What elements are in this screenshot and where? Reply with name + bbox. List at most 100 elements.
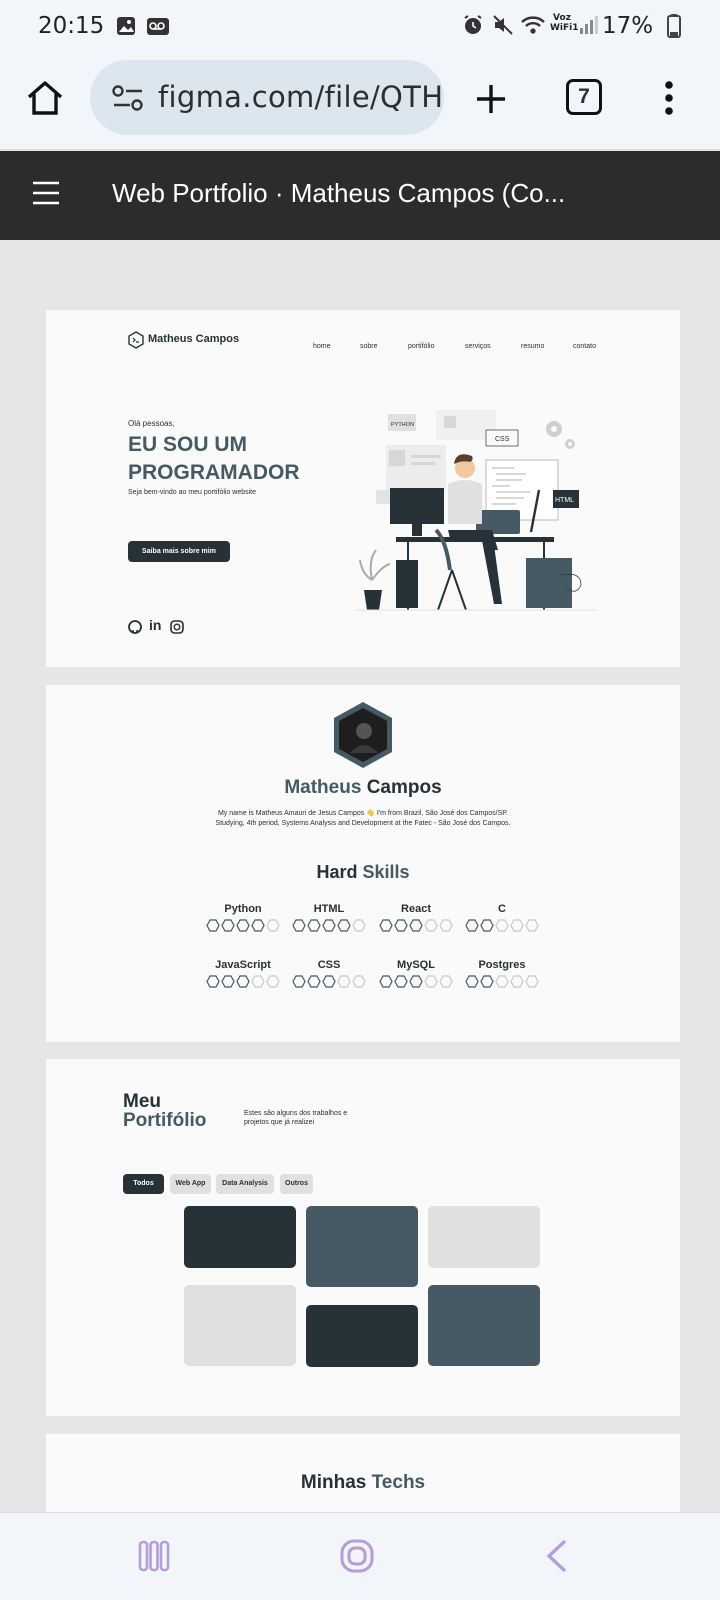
about-name: Matheus Campos xyxy=(46,777,680,799)
voicemail-notification-icon xyxy=(147,18,169,35)
site-settings-icon[interactable] xyxy=(112,84,144,112)
file-title[interactable]: Web Portfolio · Matheus Campos (Co... xyxy=(112,178,565,209)
skill-item: CSS xyxy=(289,959,369,988)
skill-hexagon-empty-icon xyxy=(352,919,366,932)
alarm-icon xyxy=(464,15,482,34)
hero-headline-line1: EU SOU UM xyxy=(128,433,248,456)
portfolio-project-card[interactable] xyxy=(184,1285,296,1366)
skill-hexagon-empty-icon xyxy=(510,975,524,988)
skill-hexagon-empty-icon xyxy=(266,975,280,988)
skills-title-first: Hard xyxy=(316,862,358,882)
skill-name: C xyxy=(498,903,506,915)
figma-header: Web Portfolio · Matheus Campos (Co... xyxy=(0,151,720,240)
profile-avatar xyxy=(334,702,392,768)
tab-switcher-button[interactable]: 7 xyxy=(566,79,602,115)
skill-hexagon-empty-icon xyxy=(424,919,438,932)
skill-hexagon-empty-icon xyxy=(439,919,453,932)
skill-hexagon-filled-icon xyxy=(379,975,393,988)
skill-hexagon-filled-icon xyxy=(322,919,336,932)
back-icon[interactable] xyxy=(544,1539,568,1573)
skill-hexagon-filled-icon xyxy=(292,919,306,932)
skill-name: Postgres xyxy=(478,959,526,971)
portfolio-project-card[interactable] xyxy=(184,1206,296,1268)
home-icon[interactable] xyxy=(26,80,64,116)
skill-level-rating xyxy=(289,919,369,932)
nav-servicos[interactable]: serviços xyxy=(465,343,491,350)
skill-hexagon-filled-icon xyxy=(307,975,321,988)
skill-hexagon-filled-icon xyxy=(206,975,220,988)
wifi-icon xyxy=(521,16,545,34)
skill-hexagon-filled-icon xyxy=(465,919,479,932)
linkedin-icon[interactable]: in xyxy=(149,617,161,633)
portfolio-project-card[interactable] xyxy=(428,1206,540,1268)
instagram-icon[interactable] xyxy=(170,620,184,634)
skill-item: C xyxy=(462,903,542,932)
about-bio: My name is Matheus Amauri de Jesus Campo… xyxy=(46,809,680,829)
skill-hexagon-filled-icon xyxy=(292,975,306,988)
nav-home[interactable]: home xyxy=(313,343,331,350)
gallery-notification-icon xyxy=(117,17,135,35)
hero-headline-line2: PROGRAMADOR xyxy=(128,461,300,484)
skill-name: JavaScript xyxy=(215,959,271,971)
skill-hexagon-filled-icon xyxy=(221,975,235,988)
skill-hexagon-empty-icon xyxy=(495,975,509,988)
filter-todos[interactable]: Todos xyxy=(123,1174,164,1194)
hero-subtitle: Seja bem-vindo ao meu portifólio website xyxy=(128,489,257,496)
status-bar: 20:15 Voz WiFi1 17% xyxy=(0,0,720,52)
skill-level-rating xyxy=(203,975,283,988)
home-button-icon[interactable] xyxy=(339,1538,375,1574)
skill-hexagon-filled-icon xyxy=(379,919,393,932)
mute-icon xyxy=(493,15,513,35)
skill-level-rating xyxy=(203,919,283,932)
skill-hexagon-empty-icon xyxy=(525,919,539,932)
skill-hexagon-filled-icon xyxy=(206,919,220,932)
skill-hexagon-filled-icon xyxy=(221,919,235,932)
portfolio-title-line2: Portifólio xyxy=(123,1110,207,1131)
hero-greeting: Olá pessoas, xyxy=(128,419,175,428)
skill-name: Python xyxy=(224,903,262,915)
about-name-first: Matheus xyxy=(284,777,362,798)
portfolio-project-card[interactable] xyxy=(306,1305,418,1367)
nav-sobre[interactable]: sobre xyxy=(360,343,378,350)
skill-hexagon-filled-icon xyxy=(465,975,479,988)
skill-item: React xyxy=(376,903,456,932)
system-navigation-bar xyxy=(0,1512,720,1600)
skill-hexagon-filled-icon xyxy=(394,919,408,932)
signal-icon xyxy=(580,16,598,34)
portfolio-description: Estes são alguns dos trabalhos e projeto… xyxy=(244,1109,347,1127)
skill-hexagon-empty-icon xyxy=(439,975,453,988)
skill-item: JavaScript xyxy=(203,959,283,988)
filter-web-app[interactable]: Web App xyxy=(170,1174,211,1194)
logo-icon xyxy=(128,331,144,349)
address-bar[interactable]: figma.com/file/QTH( xyxy=(90,60,444,135)
python-label: PYTHON xyxy=(391,422,414,428)
techs-title: Minhas Techs xyxy=(46,1472,680,1494)
skill-hexagon-filled-icon xyxy=(251,919,265,932)
portfolio-frame: Meu Portifólio Estes são alguns dos trab… xyxy=(46,1059,680,1416)
battery-icon xyxy=(667,14,681,38)
nav-resumo[interactable]: resumo xyxy=(521,343,544,350)
cta-button[interactable]: Saiba mais sobre mim xyxy=(128,541,230,562)
skill-item: Postgres xyxy=(462,959,542,988)
github-icon[interactable] xyxy=(128,620,142,634)
portfolio-project-card[interactable] xyxy=(428,1285,540,1366)
techs-frame: Minhas Techs xyxy=(46,1434,680,1514)
nav-contato[interactable]: contato xyxy=(573,343,596,350)
hamburger-menu-icon[interactable] xyxy=(32,181,60,205)
new-tab-icon[interactable] xyxy=(474,82,508,116)
portfolio-project-card[interactable] xyxy=(306,1206,418,1287)
skill-hexagon-filled-icon xyxy=(409,975,423,988)
filter-data-analysis[interactable]: Data Analysis xyxy=(216,1174,274,1194)
more-menu-icon[interactable] xyxy=(664,80,674,116)
status-time: 20:15 xyxy=(38,13,105,39)
skill-hexagon-empty-icon xyxy=(495,919,509,932)
battery-percent: 17% xyxy=(602,13,654,39)
skill-hexagon-empty-icon xyxy=(352,975,366,988)
recent-apps-icon[interactable] xyxy=(138,1540,170,1572)
filter-outros[interactable]: Outros xyxy=(280,1174,313,1194)
nav-portifolio[interactable]: portifólio xyxy=(408,343,434,350)
techs-title-last: Techs xyxy=(371,1472,426,1493)
skill-hexagon-empty-icon xyxy=(337,975,351,988)
skill-level-rating xyxy=(376,975,456,988)
about-bio-line1: My name is Matheus Amauri de Jesus Campo… xyxy=(217,810,509,817)
